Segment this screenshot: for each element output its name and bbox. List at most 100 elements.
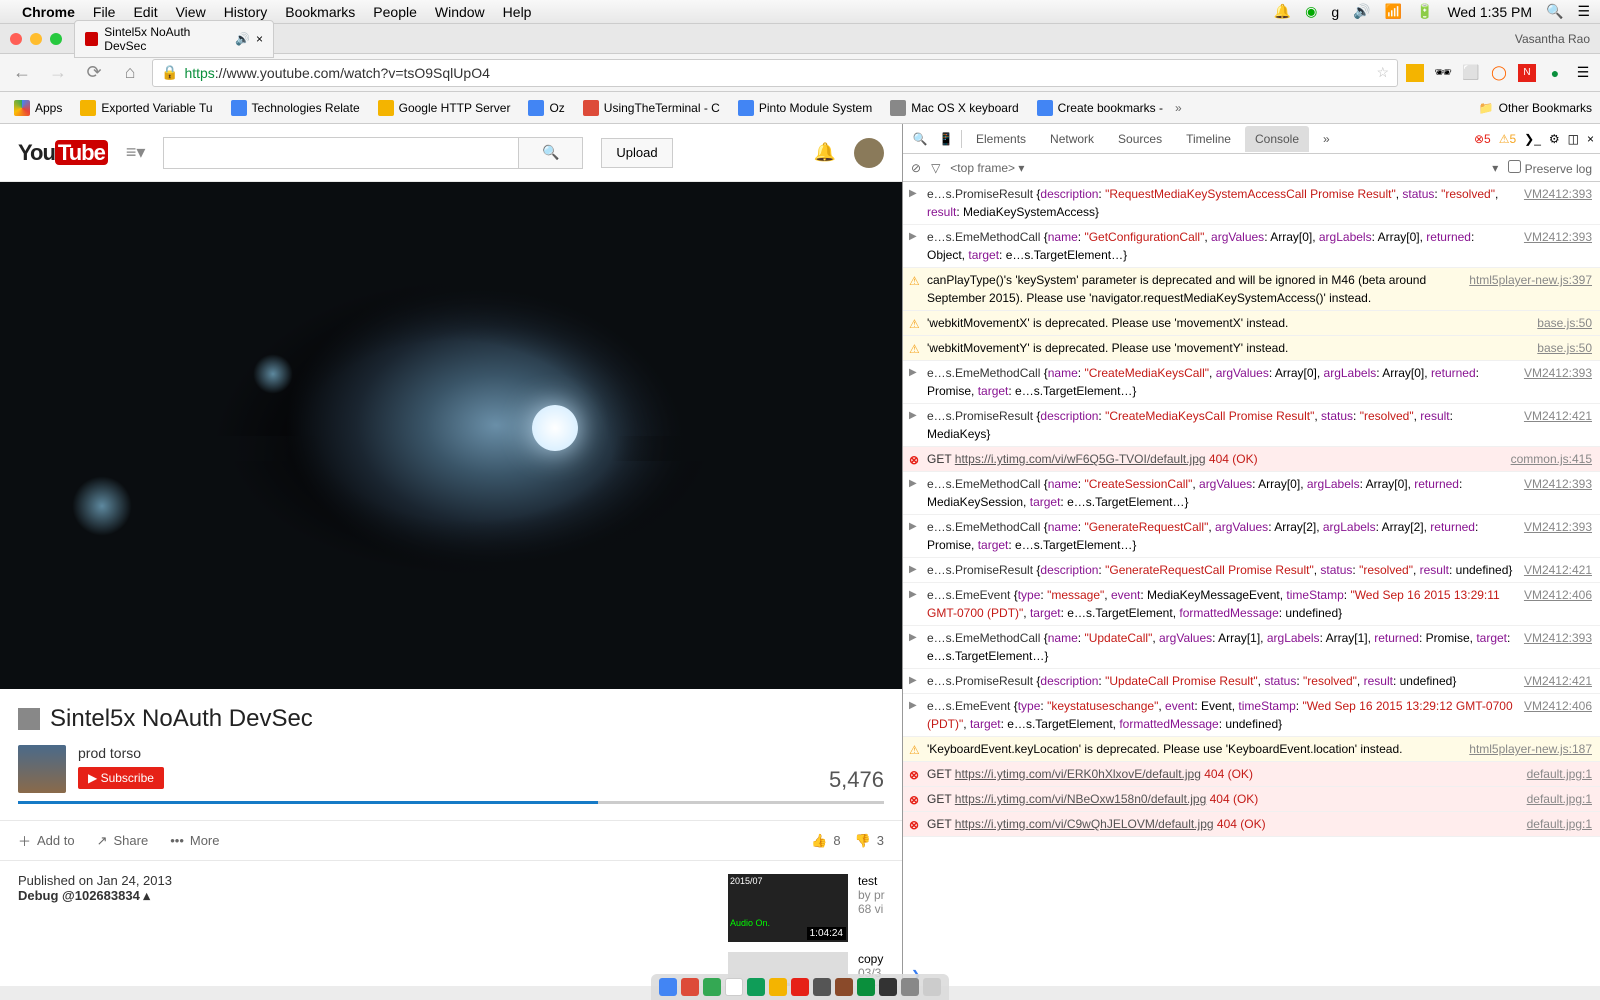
log-source-link[interactable]: base.js:50 bbox=[1527, 339, 1592, 357]
log-source-link[interactable]: default.jpg:1 bbox=[1517, 790, 1592, 808]
menu-edit[interactable]: Edit bbox=[133, 4, 157, 20]
console-log-err[interactable]: GET https://i.ytimg.com/vi/C9wQhJELOVM/d… bbox=[903, 812, 1600, 837]
hamburger-icon[interactable]: ☰ bbox=[1574, 64, 1592, 82]
console-log-warn[interactable]: 'KeyboardEvent.keyLocation' is deprecate… bbox=[903, 737, 1600, 762]
menu-people[interactable]: People bbox=[373, 4, 417, 20]
minimize-window-button[interactable] bbox=[30, 33, 42, 45]
log-source-link[interactable]: base.js:50 bbox=[1527, 314, 1592, 332]
tab-network[interactable]: Network bbox=[1040, 126, 1104, 152]
channel-avatar[interactable] bbox=[18, 745, 66, 793]
log-source-link[interactable]: VM2412:421 bbox=[1514, 561, 1592, 579]
device-icon[interactable]: 📱 bbox=[935, 132, 957, 146]
menu-icon[interactable]: ☰ bbox=[1577, 3, 1590, 20]
cast-icon[interactable]: ⬜ bbox=[1462, 64, 1480, 82]
console-log-obj[interactable]: e…s.EmeMethodCall {name: "CreateMediaKey… bbox=[903, 361, 1600, 404]
dock-app-icon[interactable] bbox=[791, 978, 809, 996]
menu-file[interactable]: File bbox=[93, 4, 116, 20]
other-bookmarks[interactable]: 📁Other Bookmarks bbox=[1479, 101, 1592, 115]
share-button[interactable]: ↗Share bbox=[97, 833, 149, 849]
subscribe-button[interactable]: ▶ Subscribe bbox=[78, 767, 164, 789]
console-log-obj[interactable]: e…s.EmeMethodCall {name: "UpdateCall", a… bbox=[903, 626, 1600, 669]
console-log-obj[interactable]: e…s.EmeMethodCall {name: "GetConfigurati… bbox=[903, 225, 1600, 268]
zoom-window-button[interactable] bbox=[50, 33, 62, 45]
chrome-profile[interactable]: Vasantha Rao bbox=[1515, 32, 1590, 46]
console-log-obj[interactable]: e…s.PromiseResult {description: "Generat… bbox=[903, 558, 1600, 583]
tab-timeline[interactable]: Timeline bbox=[1176, 126, 1241, 152]
log-source-link[interactable]: VM2412:393 bbox=[1514, 185, 1592, 221]
log-source-link[interactable]: html5player-new.js:397 bbox=[1459, 271, 1592, 307]
log-source-link[interactable]: VM2412:421 bbox=[1514, 672, 1592, 690]
video-player[interactable] bbox=[0, 182, 902, 689]
preserve-log-checkbox[interactable]: Preserve log bbox=[1508, 160, 1592, 176]
back-button[interactable]: ← bbox=[8, 59, 36, 87]
dropdown-icon[interactable]: ▾ bbox=[1492, 161, 1498, 175]
log-source-link[interactable]: html5player-new.js:187 bbox=[1459, 740, 1592, 758]
console-log-obj[interactable]: e…s.PromiseResult {description: "CreateM… bbox=[903, 404, 1600, 447]
filter-icon[interactable]: ▽ bbox=[931, 161, 940, 175]
menu-view[interactable]: View bbox=[176, 4, 206, 20]
console-prompt[interactable]: ❯ bbox=[903, 964, 1600, 986]
console-log-err[interactable]: GET https://i.ytimg.com/vi/wF6Q5G-TVOI/d… bbox=[903, 447, 1600, 472]
drawer-icon[interactable]: ❯_ bbox=[1524, 132, 1541, 146]
log-source-link[interactable]: VM2412:393 bbox=[1514, 475, 1592, 511]
frame-selector[interactable]: <top frame> ▾ bbox=[950, 161, 1024, 175]
console-log-obj[interactable]: e…s.EmeEvent {type: "message", event: Me… bbox=[903, 583, 1600, 626]
dock-icon[interactable]: ◫ bbox=[1568, 132, 1579, 146]
bookmark-item[interactable]: Oz bbox=[522, 97, 570, 119]
reload-button[interactable]: ⟳ bbox=[80, 59, 108, 87]
menu-window[interactable]: Window bbox=[435, 4, 485, 20]
account-avatar[interactable] bbox=[854, 138, 884, 168]
menu-history[interactable]: History bbox=[224, 4, 268, 20]
star-icon[interactable]: ☆ bbox=[1376, 64, 1389, 81]
tab-sources[interactable]: Sources bbox=[1108, 126, 1172, 152]
bookmark-item[interactable]: UsingTheTerminal - C bbox=[577, 97, 726, 119]
menu-bookmarks[interactable]: Bookmarks bbox=[285, 4, 355, 20]
forward-button[interactable]: → bbox=[44, 59, 72, 87]
console-output[interactable]: e…s.PromiseResult {description: "Request… bbox=[903, 182, 1600, 964]
console-log-warn[interactable]: canPlayType()'s 'keySystem' parameter is… bbox=[903, 268, 1600, 311]
ext-icon-5[interactable]: ● bbox=[1546, 64, 1564, 82]
like-button[interactable]: 👍8 bbox=[811, 833, 840, 849]
warning-count[interactable]: ⚠5 bbox=[1499, 132, 1516, 146]
add-to-button[interactable]: ＋Add to bbox=[18, 831, 75, 850]
log-source-link[interactable]: VM2412:393 bbox=[1514, 364, 1592, 400]
log-source-link[interactable]: VM2412:406 bbox=[1514, 586, 1592, 622]
address-bar[interactable]: 🔒 https://www.youtube.com/watch?v=tsO9Sq… bbox=[152, 59, 1398, 87]
tab-close-icon[interactable]: × bbox=[256, 32, 263, 46]
console-log-warn[interactable]: 'webkitMovementX' is deprecated. Please … bbox=[903, 311, 1600, 336]
console-log-err[interactable]: GET https://i.ytimg.com/vi/ERK0hXlxovE/d… bbox=[903, 762, 1600, 787]
console-log-err[interactable]: GET https://i.ytimg.com/vi/NBeOxw158n0/d… bbox=[903, 787, 1600, 812]
tab-elements[interactable]: Elements bbox=[966, 126, 1036, 152]
ext-icon-3[interactable]: ◯ bbox=[1490, 64, 1508, 82]
dislike-button[interactable]: 👎3 bbox=[855, 833, 884, 849]
tab-overflow-icon[interactable]: » bbox=[1313, 126, 1340, 152]
ext-icon-1[interactable] bbox=[1406, 64, 1424, 82]
console-log-obj[interactable]: e…s.PromiseResult {description: "Request… bbox=[903, 182, 1600, 225]
tab-console[interactable]: Console bbox=[1245, 126, 1309, 152]
dock-trash-icon[interactable] bbox=[923, 978, 941, 996]
devtools-close-icon[interactable]: × bbox=[1587, 132, 1594, 146]
bookmark-item[interactable]: Mac OS X keyboard bbox=[884, 97, 1024, 119]
search-input[interactable] bbox=[163, 137, 519, 169]
dock-app-icon[interactable] bbox=[901, 978, 919, 996]
dock-app-icon[interactable] bbox=[703, 978, 721, 996]
dock-app-icon[interactable] bbox=[879, 978, 897, 996]
status-icon[interactable]: ◉ bbox=[1305, 3, 1317, 20]
home-button[interactable]: ⌂ bbox=[116, 59, 144, 87]
log-source-link[interactable]: default.jpg:1 bbox=[1517, 765, 1592, 783]
channel-name[interactable]: prod torso bbox=[78, 745, 164, 761]
bookmark-item[interactable]: Google HTTP Server bbox=[372, 97, 517, 119]
console-log-obj[interactable]: e…s.EmeMethodCall {name: "CreateSessionC… bbox=[903, 472, 1600, 515]
ext-icon-2[interactable]: 🕶 bbox=[1434, 64, 1452, 82]
bookmark-item[interactable]: Technologies Relate bbox=[225, 97, 366, 119]
menu-app[interactable]: Chrome bbox=[22, 4, 75, 20]
close-window-button[interactable] bbox=[10, 33, 22, 45]
guide-icon[interactable]: ≡▾ bbox=[126, 142, 146, 163]
console-log-warn[interactable]: 'webkitMovementY' is deprecated. Please … bbox=[903, 336, 1600, 361]
upload-button[interactable]: Upload bbox=[601, 138, 672, 168]
dock-app-icon[interactable] bbox=[813, 978, 831, 996]
log-source-link[interactable]: VM2412:393 bbox=[1514, 518, 1592, 554]
bookmark-item[interactable]: Create bookmarks - bbox=[1031, 97, 1169, 119]
log-source-link[interactable]: common.js:415 bbox=[1501, 450, 1592, 468]
dock-app-icon[interactable] bbox=[659, 978, 677, 996]
